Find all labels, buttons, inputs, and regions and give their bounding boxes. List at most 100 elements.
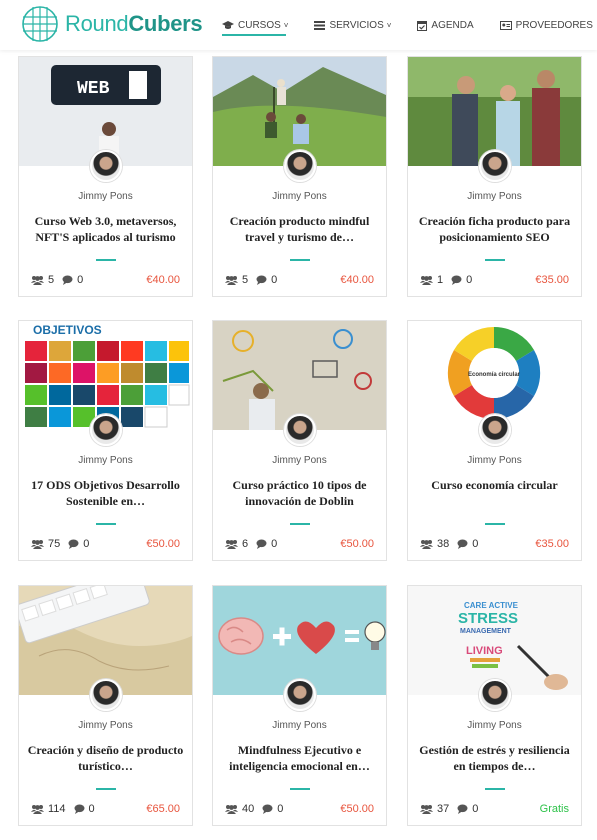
course-title[interactable]: Curso Web 3.0, metaversos, NFT'S aplicad… bbox=[27, 213, 184, 245]
stress-text-3: MANAGEMENT bbox=[460, 628, 512, 635]
logo[interactable]: RoundCubers bbox=[20, 4, 203, 44]
divider bbox=[96, 259, 116, 261]
users-icon bbox=[420, 276, 433, 285]
web3-text: WEB bbox=[77, 79, 110, 99]
course-card[interactable]: OBJETIVOS Jimmy Pons 17 ODS Objetivos De… bbox=[18, 320, 193, 561]
students-count: 38 bbox=[437, 538, 450, 550]
course-card[interactable]: WEB Jimmy Pons Curso Web 3.0, metaversos… bbox=[18, 56, 193, 297]
author-avatar[interactable] bbox=[90, 679, 122, 711]
students-count: 6 bbox=[242, 538, 249, 550]
course-title[interactable]: Curso economía circular bbox=[416, 477, 573, 509]
active-underline bbox=[222, 34, 287, 36]
course-title[interactable]: Curso práctico 10 tipos de innovación de… bbox=[221, 477, 378, 509]
nav-cursos-label: CURSOS bbox=[238, 19, 281, 31]
nav-cursos[interactable]: CURSOS ˅ bbox=[222, 0, 288, 50]
course-meta: 40 0 €50.00 bbox=[225, 802, 374, 816]
course-card[interactable]: Jimmy Pons Creación y diseño de producto… bbox=[18, 585, 193, 826]
course-card[interactable]: Jimmy Pons Curso práctico 10 tipos de in… bbox=[212, 320, 387, 561]
course-meta: 114 0 €65.00 bbox=[31, 802, 180, 816]
comment-icon bbox=[256, 539, 267, 549]
comments-count: 0 bbox=[77, 274, 84, 286]
comments-count: 0 bbox=[83, 538, 90, 550]
comment-icon bbox=[262, 804, 273, 814]
author-name[interactable]: Jimmy Pons bbox=[408, 720, 581, 731]
course-meta: 75 0 €50.00 bbox=[31, 537, 180, 551]
comments-count: 0 bbox=[472, 803, 479, 815]
author-avatar[interactable] bbox=[284, 414, 316, 446]
divider bbox=[96, 788, 116, 790]
author-avatar[interactable] bbox=[479, 150, 511, 182]
logo-part1: Round bbox=[65, 11, 129, 36]
course-title[interactable]: Gestión de estrés y resiliencia en tiemp… bbox=[416, 742, 573, 774]
comment-icon bbox=[451, 275, 462, 285]
course-card[interactable]: Jimmy Pons Mindfulness Ejecutivo e intel… bbox=[212, 585, 387, 826]
author-name[interactable]: Jimmy Pons bbox=[408, 191, 581, 202]
author-name[interactable]: Jimmy Pons bbox=[408, 455, 581, 466]
author-avatar[interactable] bbox=[284, 150, 316, 182]
nav-agenda-label: AGENDA bbox=[431, 19, 474, 31]
author-name[interactable]: Jimmy Pons bbox=[213, 720, 386, 731]
course-title[interactable]: 17 ODS Objetivos Desarrollo Sostenible e… bbox=[27, 477, 184, 509]
course-card[interactable]: Jimmy Pons Creación ficha producto para … bbox=[407, 56, 582, 297]
course-title[interactable]: Mindfulness Ejecutivo e inteligencia emo… bbox=[221, 742, 378, 774]
comment-icon bbox=[457, 804, 468, 814]
logo-part2: Cubers bbox=[128, 11, 203, 36]
divider bbox=[96, 523, 116, 525]
author-name[interactable]: Jimmy Pons bbox=[19, 720, 192, 731]
author-avatar[interactable] bbox=[90, 414, 122, 446]
nav-proveedores-label: PROVEEDORES bbox=[515, 19, 593, 31]
users-icon bbox=[420, 540, 433, 549]
comments-count: 0 bbox=[271, 538, 278, 550]
course-title[interactable]: Creación y diseño de producto turístico… bbox=[27, 742, 184, 774]
comment-icon bbox=[62, 275, 73, 285]
course-price: €65.00 bbox=[146, 803, 180, 815]
course-price: €50.00 bbox=[340, 803, 374, 815]
course-card[interactable]: Jimmy Pons Creación producto mindful tra… bbox=[212, 56, 387, 297]
comments-count: 0 bbox=[88, 803, 95, 815]
author-avatar[interactable] bbox=[90, 150, 122, 182]
students-count: 40 bbox=[242, 803, 255, 815]
circular-text: Economía circular bbox=[468, 372, 521, 378]
stress-text-4: LIVING bbox=[466, 645, 503, 657]
graduation-cap-icon bbox=[222, 21, 234, 29]
comment-icon bbox=[256, 275, 267, 285]
course-title[interactable]: Creación ficha producto para posicionami… bbox=[416, 213, 573, 245]
users-icon bbox=[225, 276, 238, 285]
author-avatar[interactable] bbox=[479, 414, 511, 446]
stress-text-2: STRESS bbox=[458, 610, 518, 627]
course-price: €35.00 bbox=[535, 538, 569, 550]
nav-agenda[interactable]: AGENDA bbox=[417, 0, 474, 50]
course-title[interactable]: Creación producto mindful travel y turis… bbox=[221, 213, 378, 245]
nav-servicios-label: SERVICIOS bbox=[329, 19, 384, 31]
course-grid: WEB Jimmy Pons Curso Web 3.0, metaversos… bbox=[0, 0, 597, 840]
users-icon bbox=[225, 805, 238, 814]
course-card[interactable]: Economía circular Jimmy Pons Curso econo… bbox=[407, 320, 582, 561]
course-price: €50.00 bbox=[146, 538, 180, 550]
author-name[interactable]: Jimmy Pons bbox=[213, 191, 386, 202]
divider bbox=[485, 523, 505, 525]
nav-servicios[interactable]: SERVICIOS ˅ bbox=[314, 0, 391, 50]
comments-count: 0 bbox=[472, 538, 479, 550]
course-card[interactable]: CARE ACTIVE STRESS MANAGEMENT LIVING Jim… bbox=[407, 585, 582, 826]
author-avatar[interactable] bbox=[479, 679, 511, 711]
author-name[interactable]: Jimmy Pons bbox=[19, 455, 192, 466]
comment-icon bbox=[68, 539, 79, 549]
students-count: 114 bbox=[48, 803, 66, 815]
course-price: €40.00 bbox=[340, 274, 374, 286]
students-count: 75 bbox=[48, 538, 61, 550]
users-icon bbox=[420, 805, 433, 814]
list-icon bbox=[314, 20, 326, 30]
chevron-down-icon: ˅ bbox=[283, 20, 289, 30]
students-count: 1 bbox=[437, 274, 444, 286]
author-avatar[interactable] bbox=[284, 679, 316, 711]
stress-text-1: CARE ACTIVE bbox=[464, 601, 519, 610]
course-meta: 6 0 €50.00 bbox=[225, 537, 374, 551]
chevron-down-icon: ˅ bbox=[386, 20, 392, 30]
course-meta: 5 0 €40.00 bbox=[31, 273, 180, 287]
nav-proveedores[interactable]: PROVEEDORES bbox=[499, 0, 593, 50]
author-name[interactable]: Jimmy Pons bbox=[19, 191, 192, 202]
site-header: RoundCubers CURSOS ˅ SERVICIOS ˅ AGENDA … bbox=[0, 0, 597, 50]
comments-count: 0 bbox=[466, 274, 473, 286]
course-meta: 38 0 €35.00 bbox=[420, 537, 569, 551]
author-name[interactable]: Jimmy Pons bbox=[213, 455, 386, 466]
